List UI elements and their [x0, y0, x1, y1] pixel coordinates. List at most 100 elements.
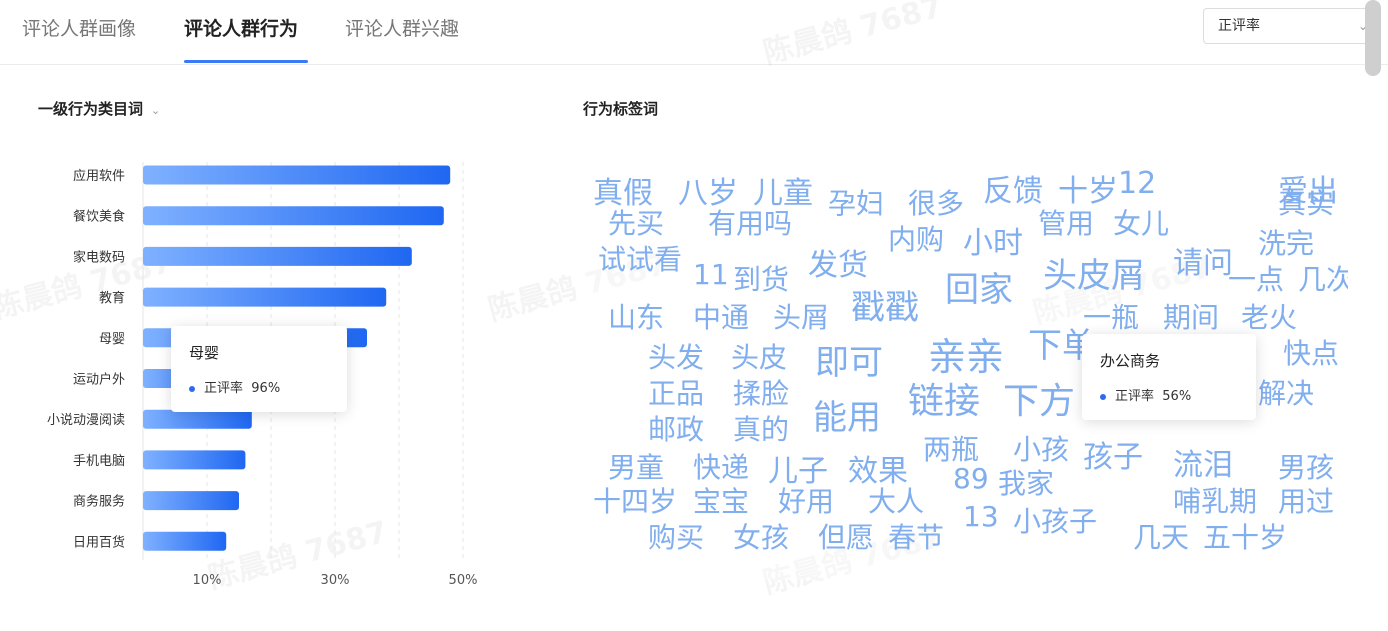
tag-word[interactable]: 到货 — [733, 258, 789, 298]
tag-word[interactable]: 反馈 — [983, 166, 1043, 210]
scrollbar[interactable] — [1365, 0, 1381, 76]
tag-word[interactable]: 快点 — [1283, 332, 1339, 372]
tab-bar: 评论人群画像 评论人群行为 评论人群兴趣 — [0, 0, 1388, 65]
tag-word[interactable]: 很多 — [908, 182, 964, 222]
tag-word[interactable]: 山东 — [608, 296, 664, 336]
bar[interactable] — [143, 450, 246, 470]
category-dropdown-label: 一级行为类目词 — [38, 100, 144, 118]
category-label: 应用软件 — [73, 168, 125, 184]
tag-word[interactable]: 女孩 — [733, 516, 789, 556]
tag-word[interactable]: 大人 — [868, 480, 924, 520]
tooltip-title: 办公商务 — [1100, 352, 1161, 370]
tag-word[interactable]: 揉脸 — [733, 372, 789, 412]
tag-word[interactable]: 我家 — [998, 462, 1054, 502]
bar[interactable] — [143, 206, 444, 226]
tag-word[interactable]: 小时 — [963, 218, 1023, 262]
tag-word[interactable]: 期间 — [1163, 296, 1219, 336]
tag-word[interactable]: 12 — [1118, 166, 1156, 201]
category-label: 教育 — [99, 290, 125, 306]
tag-word[interactable]: 孕妇 — [828, 182, 884, 222]
tag-word[interactable]: 有用吗 — [708, 202, 792, 242]
x-tick-label: 10% — [193, 573, 222, 588]
category-label: 家电数码 — [73, 249, 125, 265]
tag-word[interactable]: 春节 — [888, 516, 944, 556]
tooltip-series: 正评率 — [204, 381, 244, 396]
bar[interactable] — [143, 246, 412, 266]
tag-word[interactable]: 爱出 — [1278, 166, 1338, 210]
tab-interest[interactable]: 评论人群兴趣 — [345, 14, 459, 41]
tag-word[interactable]: 几次 — [1298, 258, 1348, 298]
bar[interactable] — [143, 287, 387, 307]
category-dropdown[interactable]: 一级行为类目词 ⌄ — [38, 98, 160, 119]
tag-word[interactable]: 试试看 — [598, 238, 682, 278]
series-dot-icon — [189, 385, 195, 392]
tag-word[interactable]: 好用 — [778, 480, 834, 520]
tag-word[interactable]: 11 — [693, 258, 729, 291]
tag-word[interactable]: 用过 — [1278, 480, 1334, 520]
chevron-down-icon: ⌄ — [151, 104, 161, 117]
tag-word[interactable]: 购买 — [648, 516, 704, 556]
tag-word[interactable]: 能用 — [813, 390, 881, 439]
tag-word[interactable]: 但愿 — [818, 516, 874, 556]
bar[interactable] — [143, 165, 451, 185]
tag-word[interactable]: 五十岁 — [1203, 516, 1287, 556]
series-dot-icon — [1100, 393, 1106, 400]
category-label: 餐饮美食 — [73, 209, 125, 225]
tooltip-row: 正评率 96% — [189, 377, 329, 396]
tag-word[interactable]: 中通 — [693, 296, 749, 336]
tooltip-value: 96% — [251, 381, 281, 396]
tag-word[interactable]: 十四岁 — [593, 480, 677, 520]
tag-word[interactable]: 哺乳期 — [1173, 480, 1257, 520]
tag-word[interactable]: 管用 — [1038, 202, 1094, 242]
tag-word[interactable]: 下方 — [1003, 372, 1075, 424]
tooltip-row: 正评率 56% — [1100, 385, 1238, 404]
metric-select-value: 正评率 — [1218, 18, 1260, 34]
tag-word[interactable]: 链接 — [908, 372, 980, 424]
tag-word[interactable]: 小孩子 — [1013, 500, 1097, 540]
tab-profile[interactable]: 评论人群画像 — [22, 14, 136, 41]
tag-word[interactable]: 洗完 — [1258, 222, 1314, 262]
tooltip-title: 母婴 — [189, 344, 220, 362]
tag-word[interactable]: 宝宝 — [693, 480, 749, 520]
word-tooltip: 办公商务 正评率 56% — [1082, 334, 1256, 420]
tag-word[interactable]: 内购 — [888, 218, 944, 258]
tag-word[interactable]: 女儿 — [1113, 202, 1169, 242]
tag-word[interactable]: 解决 — [1258, 372, 1314, 412]
tag-word[interactable]: 头屑 — [773, 296, 829, 336]
tag-word[interactable]: 头发 — [648, 336, 704, 376]
tag-word[interactable]: 13 — [963, 500, 999, 533]
bar-tooltip: 母婴 正评率 96% — [171, 326, 347, 412]
tag-word[interactable]: 邮政 — [648, 408, 704, 448]
tag-word[interactable]: 老火 — [1241, 296, 1297, 336]
tag-word[interactable]: 流泪 — [1173, 440, 1233, 484]
category-label: 母婴 — [99, 332, 125, 347]
bar[interactable] — [143, 409, 252, 429]
category-label: 商务服务 — [73, 494, 125, 510]
tag-word[interactable]: 先买 — [608, 202, 664, 242]
tag-word[interactable]: 请问 — [1173, 238, 1233, 282]
tag-word[interactable]: 一点 — [1228, 258, 1284, 298]
tag-word[interactable]: 正品 — [648, 372, 704, 412]
category-label: 手机电脑 — [73, 454, 125, 469]
tag-word[interactable]: 头皮屑 — [1043, 248, 1145, 297]
bar[interactable] — [143, 531, 227, 551]
tag-word[interactable]: 89 — [953, 462, 989, 495]
tag-words-title: 行为标签词 — [583, 100, 659, 118]
tag-word[interactable]: 真的 — [733, 408, 789, 448]
tag-word[interactable]: 回家 — [945, 262, 1013, 311]
bar[interactable] — [143, 491, 239, 511]
tooltip-value: 56% — [1162, 389, 1192, 404]
tab-behavior[interactable]: 评论人群行为 — [184, 14, 298, 41]
category-label: 小说动漫阅读 — [47, 413, 125, 428]
tag-word[interactable]: 发货 — [808, 240, 868, 284]
x-tick-label: 30% — [321, 573, 350, 588]
tag-word[interactable]: 头皮 — [731, 336, 787, 376]
tag-word[interactable]: 孩子 — [1083, 432, 1143, 476]
active-tab-indicator — [184, 60, 308, 63]
tag-word[interactable]: 戳戳 — [851, 280, 919, 329]
category-label: 运动户外 — [73, 372, 125, 388]
category-label: 日用百货 — [73, 534, 125, 550]
tag-word[interactable]: 几天 — [1133, 516, 1189, 556]
tag-word[interactable]: 即可 — [815, 335, 883, 384]
metric-select[interactable]: 正评率 ⌄ — [1203, 8, 1379, 44]
